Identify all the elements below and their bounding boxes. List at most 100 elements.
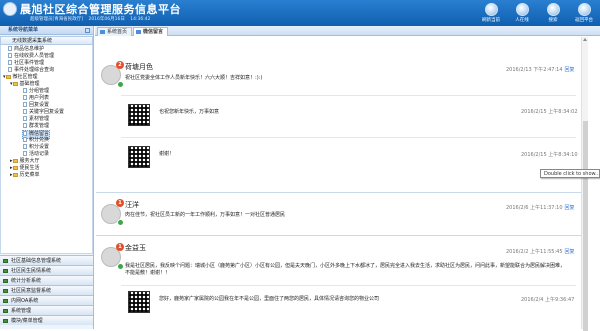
page-icon (136, 30, 141, 34)
message-text: 肉在佳节，祝社区员工新的一年工作顺利，万事如意！一对社区普通居民 (125, 212, 286, 218)
sidebar-group[interactable]: 社区民生民情系统 (0, 265, 93, 275)
user-name: 超级管理员[青海省民政厅] (30, 17, 84, 22)
reply-text: 谢谢！ (159, 151, 175, 157)
search-icon (546, 3, 560, 16)
tree-item[interactable]: 事件处理综合查询 (8, 67, 54, 74)
tab-home[interactable]: 系统首页 (97, 27, 133, 36)
tree-folder[interactable]: ▸ 服务大厅 (10, 158, 40, 165)
tree-item[interactable]: 在线收费人员管理 (8, 53, 54, 60)
tree-item[interactable]: 关键字回复设置 (23, 109, 64, 116)
message-divider (96, 235, 581, 236)
check-icon (117, 219, 124, 226)
unread-badge: 2 (116, 61, 124, 69)
tree-folder[interactable]: ▾ 微社区管理 (3, 74, 38, 81)
page-icon (23, 123, 27, 128)
divider (121, 95, 576, 96)
message-text: 我是社区居民，我反映个问题：瑞城小区（鹿苑第广小区）小区有公园，但是夫天晚门，小… (125, 263, 566, 276)
unread-badge: 1 (116, 243, 124, 251)
search-button[interactable]: 搜索 (538, 1, 568, 25)
reply-text: 也祝您新年快乐，万事如意 (159, 109, 220, 115)
message-list: 2 荷塘月色 祝社区党委全体工作人员新年快乐！六六大顺！吉祥如意！:):) 20… (96, 37, 591, 329)
sidebar-header: 系统导航菜单 (0, 26, 93, 35)
reply-link[interactable]: 回复 (565, 249, 575, 255)
message-time: 2016/2/6 上午11:37:10 回复 (506, 205, 575, 211)
group-icon (3, 309, 8, 313)
refresh-icon (484, 3, 498, 16)
folder-icon (12, 81, 18, 86)
collapse-sidebar-icon[interactable] (85, 28, 90, 33)
page-icon (23, 151, 27, 156)
tree-item[interactable]: 商品信息维护 (8, 46, 44, 53)
message-time: 2016/2/2 上午11:55:45 回复 (506, 249, 575, 255)
reply-link[interactable]: 回复 (565, 205, 575, 211)
reply-link[interactable]: 回复 (565, 67, 575, 73)
tree-folder[interactable]: ▾ 基础管理 (10, 81, 40, 88)
tab-wechat-messages[interactable]: 微信留言 (133, 27, 169, 36)
page-icon (23, 137, 27, 142)
page-icon (23, 109, 27, 114)
return-platform-button[interactable]: 返回平台 (569, 1, 599, 25)
tree-item[interactable]: 积分设置 (23, 144, 49, 151)
reply-time: 2016/2/15 上午8:34:02 (521, 109, 578, 115)
tree-item[interactable]: 回复设置 (23, 102, 49, 109)
nav-tree: 商品信息维护 在线收费人员管理 社区事件管理 事件处理综合查询 ▾ 微社区管理 ▾… (0, 45, 93, 254)
divider (121, 137, 576, 138)
unread-badge: 1 (116, 199, 124, 207)
scrollbar-thumb[interactable] (583, 121, 588, 331)
qr-avatar (128, 291, 150, 313)
online-users-label: 人在线 (515, 18, 529, 23)
tree-item[interactable]: 社区事件管理 (8, 60, 44, 67)
page-icon (23, 116, 27, 121)
check-icon (117, 81, 124, 88)
sidebar-group[interactable]: 模块/菜单管理 (0, 315, 93, 325)
refresh-label: 刷新当前 (482, 18, 500, 23)
vertical-scrollbar[interactable] (581, 37, 588, 331)
user-info: 超级管理员[青海省民政厅] 2016年06月16日 14:36:42 (30, 16, 155, 22)
reply-time: 2016/2/4 上午9:36:47 (521, 297, 575, 303)
page-icon (23, 95, 27, 100)
current-time: 14:36:42 (130, 17, 151, 22)
page-icon (8, 46, 12, 51)
tooltip: Double click to show... (540, 169, 600, 178)
sidebar-group[interactable]: 统计分析系统 (0, 275, 93, 285)
message-user: 汪洋 (125, 201, 139, 209)
check-icon (117, 263, 124, 270)
group-icon (3, 279, 8, 283)
search-label: 搜索 (548, 18, 558, 23)
message-divider (96, 192, 581, 193)
online-users-icon (515, 3, 529, 16)
tree-item[interactable]: 积分兑换 (23, 137, 49, 144)
page-icon (8, 53, 12, 58)
message-time: 2016/2/13 下午2:47:14 回复 (506, 67, 575, 73)
tree-folder[interactable]: ▸ 历史菜单 (10, 172, 40, 179)
message-user: 金益玉 (125, 244, 146, 252)
tree-folder[interactable]: ▸ 便民生活 (10, 165, 40, 172)
sidebar-group[interactable]: 社区基础信息管理系统 (0, 255, 93, 265)
sidebar-group[interactable]: 内网OA系统 (0, 295, 93, 305)
tree-item[interactable]: 素材管理 (23, 116, 49, 123)
reply-time: 2016/2/15 上午8:34:10 (521, 152, 578, 158)
message-text: 祝社区党委全体工作人员新年快乐！六六大顺！吉祥如意！:):) (125, 75, 263, 81)
sidebar-group-data-collection[interactable]: 无线数据采集系统 (0, 36, 93, 45)
sidebar-group[interactable]: 系统管理 (0, 305, 93, 315)
tree-item[interactable]: 活动记录 (23, 151, 49, 158)
scroll-up-icon[interactable] (583, 38, 587, 41)
online-users-button[interactable]: 人在线 (507, 1, 537, 25)
folder-icon (12, 172, 18, 177)
sidebar-group[interactable]: 社区民意监督系统 (0, 285, 93, 295)
reply-text: 您好，鹿苑家广家属院的公园我在年不是公园，里面住了两您的居民，具体情况请咨询您的… (159, 296, 380, 302)
qr-avatar (128, 104, 150, 126)
group-icon (3, 259, 8, 263)
folder-icon (12, 165, 18, 170)
page-icon (23, 144, 27, 149)
message-user: 荷塘月色 (125, 63, 153, 71)
group-icon (3, 289, 8, 293)
tree-item[interactable]: 分组管理 (23, 88, 49, 95)
tree-item[interactable]: 群发管理 (23, 123, 49, 130)
tree-item[interactable]: 用户列表 (23, 95, 49, 102)
return-label: 返回平台 (575, 18, 593, 23)
group-icon (3, 269, 8, 273)
sidebar-group-label: 无线数据采集系统 (12, 38, 53, 44)
sidebar-title: 系统导航菜单 (8, 27, 39, 33)
refresh-button[interactable]: 刷新当前 (476, 1, 506, 25)
